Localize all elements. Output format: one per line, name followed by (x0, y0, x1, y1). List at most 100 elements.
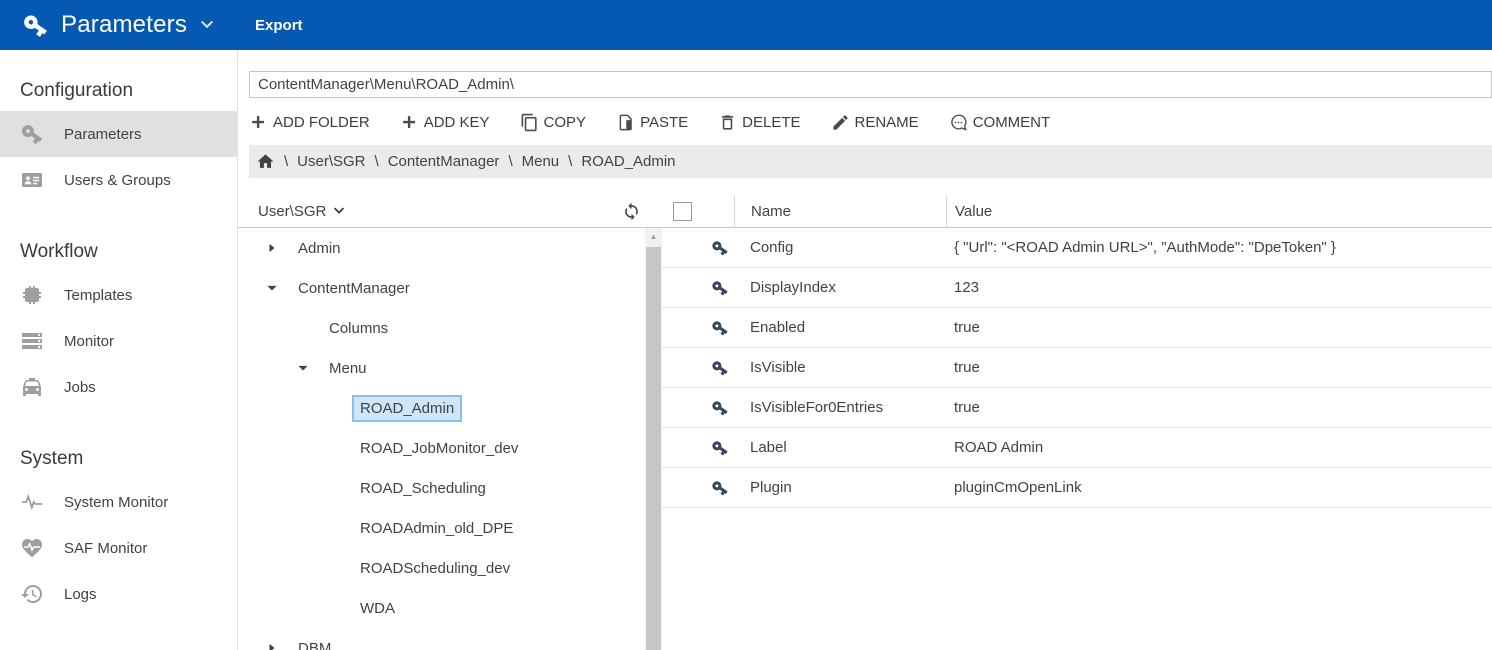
parameter-row-config[interactable]: Config{ "Url": "<ROAD Admin URL>", "Auth… (662, 228, 1492, 268)
server-icon (20, 329, 44, 353)
parameter-row-isvisible[interactable]: IsVisibletrue (662, 348, 1492, 388)
parameter-value: true (946, 399, 1492, 416)
copy-button[interactable]: COPY (520, 113, 587, 132)
toolbar: ADD FOLDER ADD KEY COPY PASTE DELETE RENAME CO… (249, 109, 1492, 136)
scrollbar-up-icon[interactable]: ▲ (645, 228, 662, 245)
sidebar-item-jobs[interactable]: Jobs (0, 364, 237, 410)
comment-button[interactable]: COMMENT (949, 113, 1051, 132)
sidebar-item-parameters[interactable]: Parameters (0, 111, 237, 157)
tree-item-roadadmin_old_dpe[interactable]: ROADAdmin_old_DPE (238, 508, 645, 548)
parameter-row-displayindex[interactable]: DisplayIndex123 (662, 268, 1492, 308)
parameter-value: 123 (946, 279, 1492, 296)
tree-label[interactable]: Columns (321, 315, 396, 342)
arrow-right-icon[interactable] (262, 638, 290, 650)
chevron-down-icon[interactable] (195, 13, 219, 37)
toolbar-button-label: ADD KEY (424, 114, 490, 131)
delete-button[interactable]: DELETE (718, 113, 800, 132)
tree-label[interactable]: WDA (352, 595, 403, 622)
tree-header: User\SGR (238, 195, 662, 228)
breadcrumb-segment[interactable]: ContentManager (388, 153, 500, 170)
parameter-name: Plugin (734, 479, 946, 496)
parameter-value: pluginCmOpenLink (946, 479, 1492, 496)
sidebar-item-label: Logs (64, 586, 97, 603)
select-all-cell (662, 195, 734, 227)
parameter-row-enabled[interactable]: Enabledtrue (662, 308, 1492, 348)
top-bar: Parameters Export (0, 0, 1492, 50)
sidebar-item-templates[interactable]: Templates (0, 272, 237, 318)
tree-scrollbar[interactable]: ▲ (645, 228, 662, 650)
sidebar-item-saf-monitor[interactable]: SAF Monitor (0, 525, 237, 571)
parameter-value: true (946, 319, 1492, 336)
chip-icon (20, 283, 44, 307)
parameter-row-label[interactable]: LabelROAD Admin (662, 428, 1492, 468)
tree-item-road_scheduling[interactable]: ROAD_Scheduling (238, 468, 645, 508)
key-icon (662, 319, 734, 337)
tree-item-road_admin[interactable]: ROAD_Admin (238, 388, 645, 428)
tree-label[interactable]: ROAD_Scheduling (352, 475, 494, 502)
tree-label[interactable]: ROADScheduling_dev (352, 555, 518, 582)
tree-label[interactable]: ROADAdmin_old_DPE (352, 515, 521, 542)
home-icon[interactable] (256, 152, 275, 171)
column-header-value[interactable]: Value (946, 195, 1492, 227)
path-input[interactable] (249, 71, 1492, 98)
add-key-button[interactable]: ADD KEY (400, 113, 490, 132)
tree-item-wda[interactable]: WDA (238, 588, 645, 628)
tree-item-menu[interactable]: Menu (238, 348, 645, 388)
content: User\SGR Admin ContentManager Columns Menu R… (238, 195, 1492, 650)
sidebar-item-logs[interactable]: Logs (0, 571, 237, 617)
breadcrumb-separator: \ (375, 153, 379, 170)
plus-icon (400, 113, 419, 132)
pulse-icon (20, 490, 44, 514)
toolbar-button-label: DELETE (742, 114, 800, 131)
breadcrumb-segment[interactable]: User\SGR (297, 153, 365, 170)
refresh-icon[interactable] (622, 202, 641, 221)
breadcrumb-separator: \ (508, 153, 512, 170)
column-header-name[interactable]: Name (734, 195, 946, 227)
app-title[interactable]: Parameters (61, 11, 187, 39)
scrollbar-thumb[interactable] (646, 247, 661, 650)
tree-label-selected[interactable]: ROAD_Admin (352, 395, 462, 422)
tree-item-roadscheduling_dev[interactable]: ROADScheduling_dev (238, 548, 645, 588)
toolbar-button-label: COPY (544, 114, 587, 131)
parameter-name: Label (734, 439, 946, 456)
tree-item-dbm[interactable]: DBM (238, 628, 645, 650)
tree-root-selector[interactable]: User\SGR (258, 203, 326, 220)
parameter-name: Enabled (734, 319, 946, 336)
parameter-row-plugin[interactable]: PluginpluginCmOpenLink (662, 468, 1492, 508)
select-all-checkbox[interactable] (673, 202, 692, 221)
sidebar-item-monitor[interactable]: Monitor (0, 318, 237, 364)
tree-item-columns[interactable]: Columns (238, 308, 645, 348)
add-folder-button[interactable]: ADD FOLDER (249, 113, 370, 132)
key-icon (662, 359, 734, 377)
tree-label[interactable]: Menu (321, 355, 375, 382)
values-grid: Name Value Config{ "Url": "<ROAD Admin U… (662, 195, 1492, 650)
sidebar-item-label: Jobs (64, 379, 96, 396)
parameter-value: ROAD Admin (946, 439, 1492, 456)
taxi-icon (20, 375, 44, 399)
main-area: ADD FOLDER ADD KEY COPY PASTE DELETE RENAME CO… (238, 50, 1492, 650)
tree-label[interactable]: Admin (290, 235, 349, 262)
tree-item-admin[interactable]: Admin (238, 228, 645, 268)
tree-item-contentmanager[interactable]: ContentManager (238, 268, 645, 308)
sidebar-item-users-groups[interactable]: Users & Groups (0, 157, 237, 203)
paste-button[interactable]: PASTE (616, 113, 688, 132)
parameter-name: IsVisible (734, 359, 946, 376)
sidebar-item-system-monitor[interactable]: System Monitor (0, 479, 237, 525)
sidebar-item-label: Templates (64, 287, 132, 304)
parameter-row-isvisiblefor0entries[interactable]: IsVisibleFor0Entriestrue (662, 388, 1492, 428)
tree-label[interactable]: ContentManager (290, 275, 418, 302)
chevron-down-icon[interactable] (329, 201, 349, 221)
breadcrumb-segment[interactable]: Menu (522, 153, 560, 170)
arrow-down-icon[interactable] (293, 358, 321, 378)
arrow-down-icon[interactable] (262, 278, 290, 298)
tree-label[interactable]: DBM (290, 635, 339, 650)
tree-label[interactable]: ROAD_JobMonitor_dev (352, 435, 526, 462)
export-menu[interactable]: Export (255, 17, 303, 34)
grid-rows: Config{ "Url": "<ROAD Admin URL>", "Auth… (662, 228, 1492, 508)
tree-item-road_jobmonitor_dev[interactable]: ROAD_JobMonitor_dev (238, 428, 645, 468)
arrow-right-icon[interactable] (262, 238, 290, 258)
sidebar-section-heading: System (0, 448, 237, 470)
rename-button[interactable]: RENAME (831, 113, 919, 132)
breadcrumb-segment[interactable]: ROAD_Admin (581, 153, 675, 170)
id-card-icon (20, 168, 44, 192)
